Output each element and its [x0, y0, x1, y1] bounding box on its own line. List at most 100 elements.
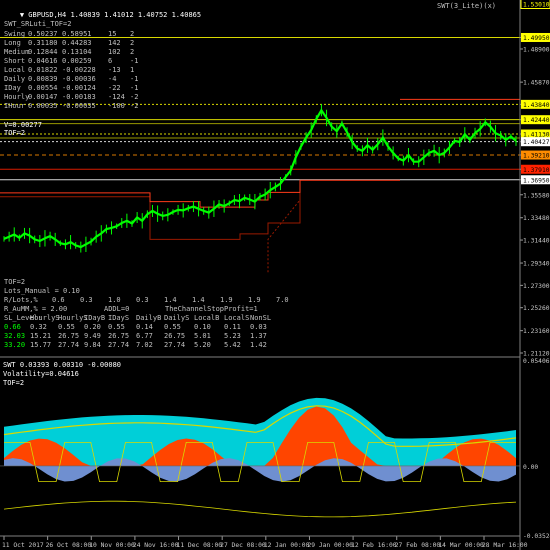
sl-cell: 0.55 [58, 323, 75, 331]
sl-cell: 0.55 [108, 323, 125, 331]
price-tick-label: 1.25260 [523, 305, 550, 312]
sl-cell: 33.20 [4, 341, 26, 349]
swing-table-cell: 0.50237 [28, 30, 58, 38]
swing-table-cell: -2 [130, 102, 139, 110]
r-lots-label: R/Lots,% [4, 296, 38, 304]
price-tick-label: 1.49950 [523, 35, 550, 42]
osc-title: SWT 0.03393 0.00310 -0.00080 [3, 361, 122, 369]
addl: ADDL=0 [104, 305, 130, 313]
swing-table-cell: 15 [108, 30, 117, 38]
sl-cell: 0.10 [194, 323, 211, 331]
sl-cell: 26.75 [164, 332, 186, 340]
sl-header-cell: DailyS [164, 314, 190, 322]
sl-cell: 6.77 [136, 332, 153, 340]
sl-header-cell: IDayB [84, 314, 106, 322]
swing-table-cell: Medium [4, 48, 30, 56]
swing-table-cell: 0.00259 [62, 57, 92, 65]
sl-header-row: SL_Level: HourlyS HourlyS IDayB IDayS DailyB D… [4, 314, 324, 323]
symbol-timeframe: GBPUSD,H4 [28, 11, 67, 19]
sl-row: 0.66 0.32 0.55 0.20 0.55 0.14 0.55 0.10 0.11 0.03 [4, 323, 324, 332]
indicator-label: SWT_SRLuti_TOF=2 [4, 20, 72, 28]
swing-table-cell: -0.00228 [62, 66, 96, 74]
r-lots-value: 7.0 [276, 296, 289, 304]
sl-cell: 0.66 [4, 323, 21, 331]
price-tick-label: 1.45870 [523, 80, 550, 87]
price-tick-label: 1.36950 [523, 177, 550, 184]
price-tick-label: 1.35580 [523, 192, 550, 199]
osc-tof: TOF=2 [3, 379, 25, 387]
swing-table-cell: 1 [130, 66, 135, 74]
sl-header-cell: LocalS [224, 314, 250, 322]
time-tick-label: 24 Nov 16:00 [133, 542, 179, 549]
price-tick-label: 1.21120 [523, 351, 550, 358]
indicator-tag: SWT(3_Lite)(x) [437, 2, 497, 10]
r-lots-value: 1.9 [248, 296, 261, 304]
swing-table-cell: -22 [108, 84, 121, 92]
time-tick-label: 27 Feb 08:00 [395, 542, 441, 549]
sl-cell: 5.42 [224, 341, 241, 349]
sl-cell: 1.37 [250, 332, 267, 340]
sl-cell: 7.02 [136, 341, 153, 349]
swing-table-cell: Hourly [4, 93, 30, 101]
swing-table-cell: -1 [130, 57, 139, 65]
r-lots-value: 0.6 [52, 296, 65, 304]
r-lots-value: 1.0 [108, 296, 121, 304]
tof-label-lower: TOF=2 [4, 278, 26, 286]
swing-table-cell: 0.58951 [62, 30, 92, 38]
osc-axis-label: -0.03524 [523, 533, 550, 540]
sl-cell: 15.77 [30, 341, 52, 349]
swing-table-cell: -13 [108, 66, 121, 74]
swing-table-cell: -124 [108, 93, 125, 101]
sl-header-cell: LocalB [194, 314, 220, 322]
osc-axis-label: 0.05406 [523, 358, 550, 365]
swing-table-cell: -0.00183 [62, 93, 96, 101]
swing-table-cell: 0.00554 [28, 84, 58, 92]
osc-axis-label: 0.00 [523, 464, 538, 471]
r-lots-value: 0.3 [80, 296, 93, 304]
swing-table-cell: -0.00124 [62, 84, 96, 92]
sl-cell: 0.14 [136, 323, 153, 331]
swing-table-cell: 0.12844 [28, 48, 58, 56]
swing-table-cell: 6 [108, 57, 113, 65]
swing-table-cell: 2 [130, 39, 135, 47]
swing-table-cell: 102 [108, 48, 121, 56]
price-tick-label: 1.43840 [523, 102, 550, 109]
swing-table-cell: 0.00147 [28, 93, 58, 101]
sl-cell: 9.49 [84, 332, 101, 340]
price-tick-label: 1.53010 [523, 2, 550, 9]
sl-cell: 1.42 [250, 341, 267, 349]
price-tick-label: 1.39210 [523, 153, 550, 160]
swing-table-cell: Swing [4, 30, 26, 38]
price-tick-label: 1.23160 [523, 328, 550, 335]
mt4-chart-window[interactable]: 1.53010 1.49950 1.48900 1.45870 1.43840 1.424… [0, 0, 550, 550]
time-tick-label: 27 Dec 08:00 [220, 542, 266, 549]
time-tick-label: 10 Nov 00:00 [89, 542, 135, 549]
price-tick-label: 1.33480 [523, 215, 550, 222]
sl-cell: 26.75 [58, 332, 80, 340]
swing-table-cell: Daily [4, 75, 26, 83]
swing-table-cell: -0.00036 [62, 75, 96, 83]
swing-table-cell: -100 [108, 102, 125, 110]
r-lots-value: 1.4 [164, 296, 177, 304]
time-tick-label: 12 Jan 00:00 [264, 542, 310, 549]
swing-table-cell: IDay [4, 84, 21, 92]
sl-row: 32.03 15.21 26.75 9.49 26.75 6.77 26.75 5.01 5.2… [4, 332, 324, 341]
sl-cell: 5.01 [194, 332, 211, 340]
swing-table-cell: 0.00839 [28, 75, 58, 83]
time-tick-label: 11 Dec 08:00 [177, 542, 223, 549]
tof-label: TOF=2 [4, 129, 26, 137]
r-lots-value: 0.3 [136, 296, 149, 304]
sl-cell: 5.20 [194, 341, 211, 349]
price-tick-label: 1.31440 [523, 238, 550, 245]
price-tick-label: 1.42440 [523, 117, 550, 124]
price-tick-label: 1.29340 [523, 261, 550, 268]
r-aumm: R_AuMM,% = 2.00 [4, 305, 68, 313]
sl-cell: 32.03 [4, 332, 26, 340]
sl-header-cell: HourlyS [30, 314, 60, 322]
sl-cell: 27.74 [108, 341, 130, 349]
swing-table-cell: -1 [130, 84, 139, 92]
sl-cell: 27.74 [58, 341, 80, 349]
sl-cell: 27.74 [164, 341, 186, 349]
sl-level-table: SL_Level: HourlyS HourlyS IDayB IDayS DailyB D… [4, 314, 324, 354]
time-tick-label: 28 Mar 16:00 [482, 542, 528, 549]
